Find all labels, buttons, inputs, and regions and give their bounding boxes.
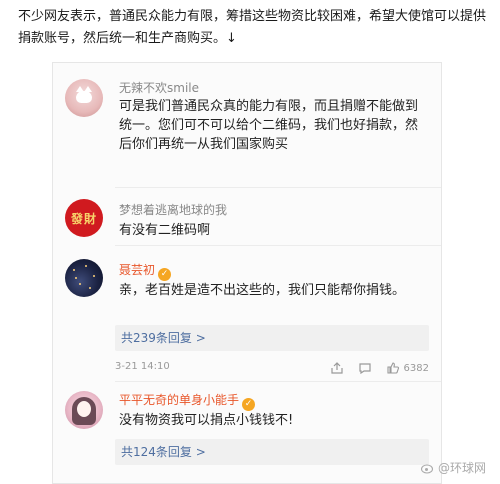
divider — [115, 245, 441, 246]
thumbs-up-icon — [386, 362, 399, 374]
intro-paragraph: 不少网友表示，普通民众能力有限，筹措这些物资比较困难，希望大使馆可以提供捐款账号… — [18, 9, 487, 46]
vip-badge-icon: ✓ — [242, 398, 256, 411]
view-replies-button[interactable]: 共124条回复 > — [115, 439, 429, 465]
like-button[interactable]: 6382 — [386, 361, 429, 375]
vip-badge-icon: ✓ — [158, 268, 172, 281]
username-text[interactable]: 聂芸初 — [119, 263, 155, 277]
weibo-logo-icon — [420, 463, 434, 474]
like-count: 6382 — [403, 362, 429, 374]
view-replies-button[interactable]: 共239条回复 > — [115, 325, 429, 351]
comment-text: 可是我们普通民众真的能力有限，而且捐赠不能做到统一。您们可不可以给个二维码，我们… — [119, 99, 419, 152]
comment-meta: 3-21 14:10 6382 — [115, 361, 429, 377]
avatar[interactable] — [65, 79, 103, 117]
comment-username[interactable]: 平平无奇的单身小能手 ✓ — [119, 391, 256, 411]
avatar[interactable] — [65, 391, 103, 429]
watermark: @环球网 — [420, 459, 486, 476]
divider — [115, 381, 441, 382]
comment-screenshot: 无辣不欢smile 可是我们普通民众真的能力有限，而且捐赠不能做到统一。您们可不… — [52, 62, 442, 484]
comment-text: 没有物资我可以捐点小钱钱不! — [119, 413, 294, 428]
comment-username[interactable]: 无辣不欢smile — [119, 79, 199, 96]
cat-icon — [76, 86, 92, 103]
watermark-text: @环球网 — [437, 461, 486, 475]
comment-username[interactable]: 聂芸初 ✓ — [119, 261, 172, 281]
divider — [115, 187, 441, 188]
comment-text: 有没有二维码啊 — [119, 223, 211, 238]
username-text[interactable]: 平平无奇的单身小能手 — [119, 393, 239, 407]
avatar[interactable] — [65, 259, 103, 297]
avatar[interactable]: 發財 — [65, 199, 103, 237]
comment-username[interactable]: 梦想着逃离地球的我 — [119, 201, 227, 218]
comment-time: 3-21 14:10 — [115, 361, 170, 372]
share-icon[interactable] — [330, 361, 344, 375]
comment-icon[interactable] — [358, 361, 372, 375]
comment-text: 亲，老百姓是造不出这些的，我们只能帮你捐钱。 — [119, 283, 406, 298]
